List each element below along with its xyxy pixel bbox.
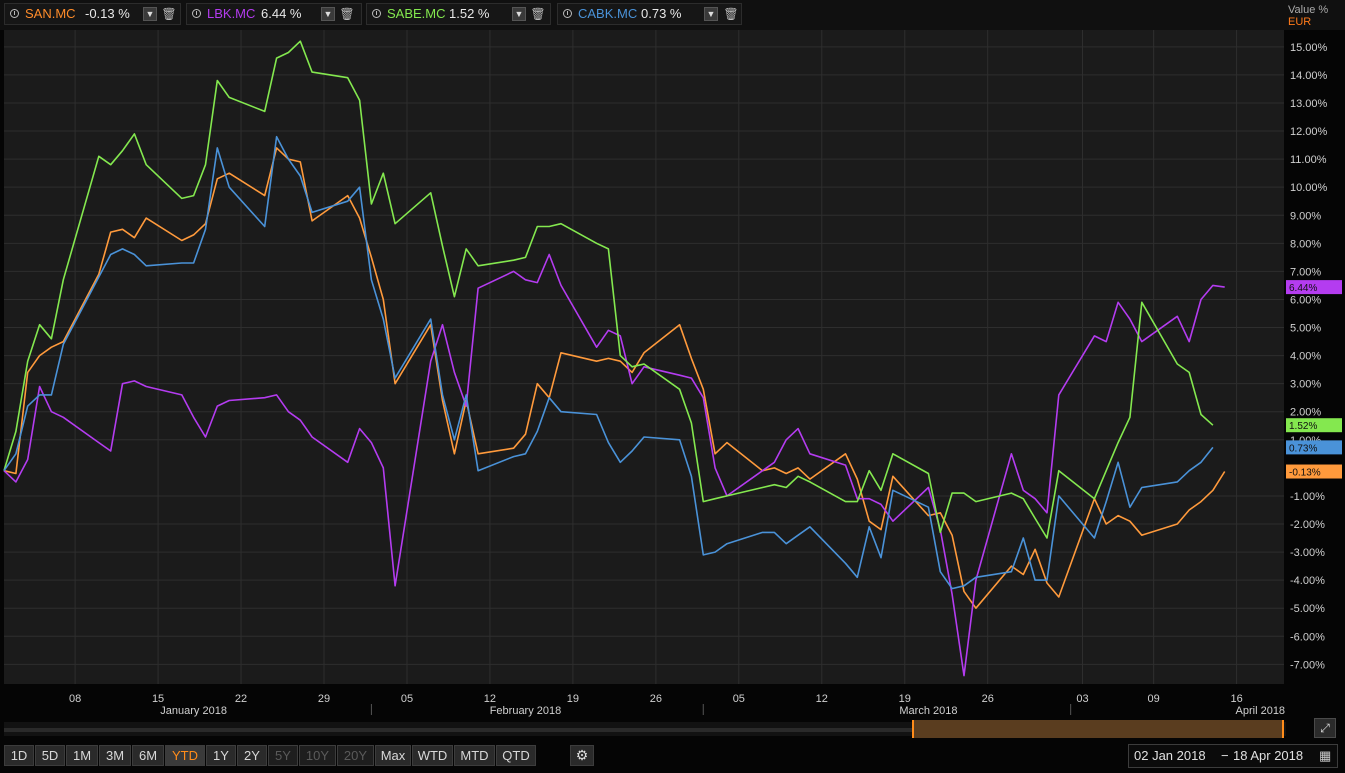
time-navigator[interactable]: ⤢: [0, 717, 1345, 741]
x-tick-label: 12: [816, 693, 828, 705]
y-tick-label: 15.00%: [1290, 42, 1328, 54]
range-button-ytd[interactable]: YTD: [165, 745, 205, 766]
x-tick-label: 19: [899, 693, 911, 705]
range-button-1y[interactable]: 1Y: [206, 745, 236, 766]
range-button-2y[interactable]: 2Y: [237, 745, 267, 766]
x-tick-label: 26: [982, 693, 994, 705]
month-label: March 2018: [899, 705, 957, 717]
range-button-10y[interactable]: 10Y: [299, 745, 336, 766]
x-tick-label: 09: [1148, 693, 1160, 705]
month-label: January 2018: [160, 705, 227, 717]
navigator-selection-handle[interactable]: [912, 720, 1284, 738]
range-button-qtd[interactable]: QTD: [496, 745, 536, 766]
gear-icon[interactable]: ⚙: [570, 745, 594, 766]
y-tick-label: -5.00%: [1290, 603, 1325, 615]
y-tick-label: -1.00%: [1290, 491, 1325, 503]
y-tick-label: 5.00%: [1290, 323, 1321, 335]
y-tick-label: 13.00%: [1290, 98, 1328, 110]
expand-icon[interactable]: ⤢: [1314, 718, 1336, 738]
x-tick-label: 08: [69, 693, 81, 705]
range-button-1d[interactable]: 1D: [4, 745, 34, 766]
range-button-3m[interactable]: 3M: [99, 745, 131, 766]
y-tick-label: -2.00%: [1290, 519, 1325, 531]
x-tick-label: 05: [401, 693, 413, 705]
y-tick-label: -7.00%: [1290, 659, 1325, 671]
navigator-overview: [4, 728, 912, 732]
y-tick-label: 7.00%: [1290, 266, 1321, 278]
y-tick-label: -6.00%: [1290, 631, 1325, 643]
range-button-20y[interactable]: 20Y: [337, 745, 374, 766]
x-tick-label: 12: [484, 693, 496, 705]
range-button-6m[interactable]: 6M: [132, 745, 164, 766]
range-button-max[interactable]: Max: [375, 745, 411, 766]
last-value-label: 0.73%: [1289, 443, 1317, 454]
date-end[interactable]: 18 Apr 2018: [1233, 745, 1303, 767]
range-button-mtd[interactable]: MTD: [454, 745, 495, 766]
y-tick-label: 10.00%: [1290, 182, 1328, 194]
range-button-5d[interactable]: 5D: [35, 745, 65, 766]
x-tick-label: 26: [650, 693, 662, 705]
x-tick-label: 29: [318, 693, 330, 705]
y-tick-label: -3.00%: [1290, 547, 1325, 559]
range-button-5y[interactable]: 5Y: [268, 745, 298, 766]
range-button-wtd[interactable]: WTD: [412, 745, 453, 766]
y-tick-label: 9.00%: [1290, 210, 1321, 222]
y-tick-label: 12.00%: [1290, 126, 1328, 138]
y-tick-label: 2.00%: [1290, 407, 1321, 419]
y-tick-label: 4.00%: [1290, 351, 1321, 363]
performance-chart[interactable]: 08 15 22 29 05 12 19 26 05 12 19 26 03 09 16 January 20…: [0, 0, 1345, 717]
last-value-label: 1.52%: [1289, 421, 1317, 432]
last-value-label: -0.13%: [1289, 468, 1321, 479]
range-toolbar: 1D 5D 1M 3M 6M YTD 1Y 2Y 5Y 10Y 20Y Max WTD MTD QTD ⚙ …: [0, 743, 1345, 773]
x-tick-label: 05: [733, 693, 745, 705]
y-tick-label: 6.00%: [1290, 294, 1321, 306]
month-label: April 2018: [1236, 705, 1286, 717]
calendar-icon[interactable]: ▦: [1319, 745, 1331, 767]
date-start[interactable]: 02 Jan 2018: [1134, 745, 1206, 767]
month-label: February 2018: [490, 705, 562, 717]
y-tick-label: 3.00%: [1290, 379, 1321, 391]
x-tick-label: 22: [235, 693, 247, 705]
y-tick-label: 11.00%: [1290, 154, 1327, 166]
plot-area: [4, 30, 1284, 684]
x-tick-label: 15: [152, 693, 164, 705]
x-tick-label: 16: [1230, 693, 1242, 705]
x-tick-label: 03: [1076, 693, 1088, 705]
y-tick-label: 8.00%: [1290, 238, 1321, 250]
x-tick-label: 19: [567, 693, 579, 705]
last-value-label: 6.44%: [1289, 283, 1317, 294]
y-tick-label: 14.00%: [1290, 70, 1328, 82]
y-tick-label: -4.00%: [1290, 575, 1325, 587]
range-button-1m[interactable]: 1M: [66, 745, 98, 766]
date-separator: −: [1221, 748, 1229, 763]
date-range-picker[interactable]: 02 Jan 2018 − 18 Apr 2018 ▦: [1128, 744, 1338, 768]
